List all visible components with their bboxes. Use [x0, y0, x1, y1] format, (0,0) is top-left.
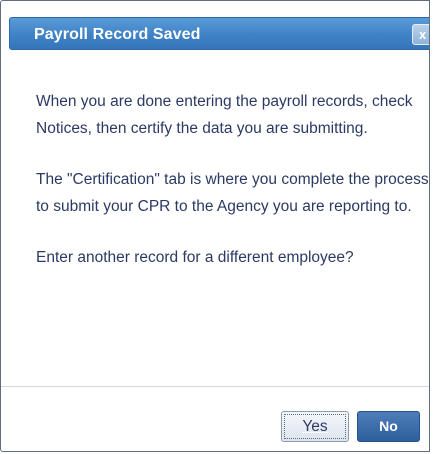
dialog-message: When you are done entering the payroll r… [36, 88, 429, 271]
no-button[interactable]: No [357, 411, 420, 442]
message-paragraph-1: When you are done entering the payroll r… [36, 93, 413, 137]
dialog-titlebar: Payroll Record Saved x [9, 17, 429, 50]
payroll-record-saved-dialog: Payroll Record Saved x When you are done… [0, 0, 430, 452]
message-paragraph-2: The "Certification" tab is where you com… [36, 171, 429, 215]
dialog-title: Payroll Record Saved [34, 26, 201, 43]
yes-button[interactable]: Yes [281, 411, 349, 442]
close-button[interactable]: x [412, 24, 429, 45]
close-icon: x [419, 27, 427, 42]
message-question: Enter another record for a different emp… [36, 249, 354, 266]
no-button-label: No [379, 418, 398, 434]
footer-divider [1, 386, 429, 387]
yes-button-label: Yes [302, 418, 328, 435]
